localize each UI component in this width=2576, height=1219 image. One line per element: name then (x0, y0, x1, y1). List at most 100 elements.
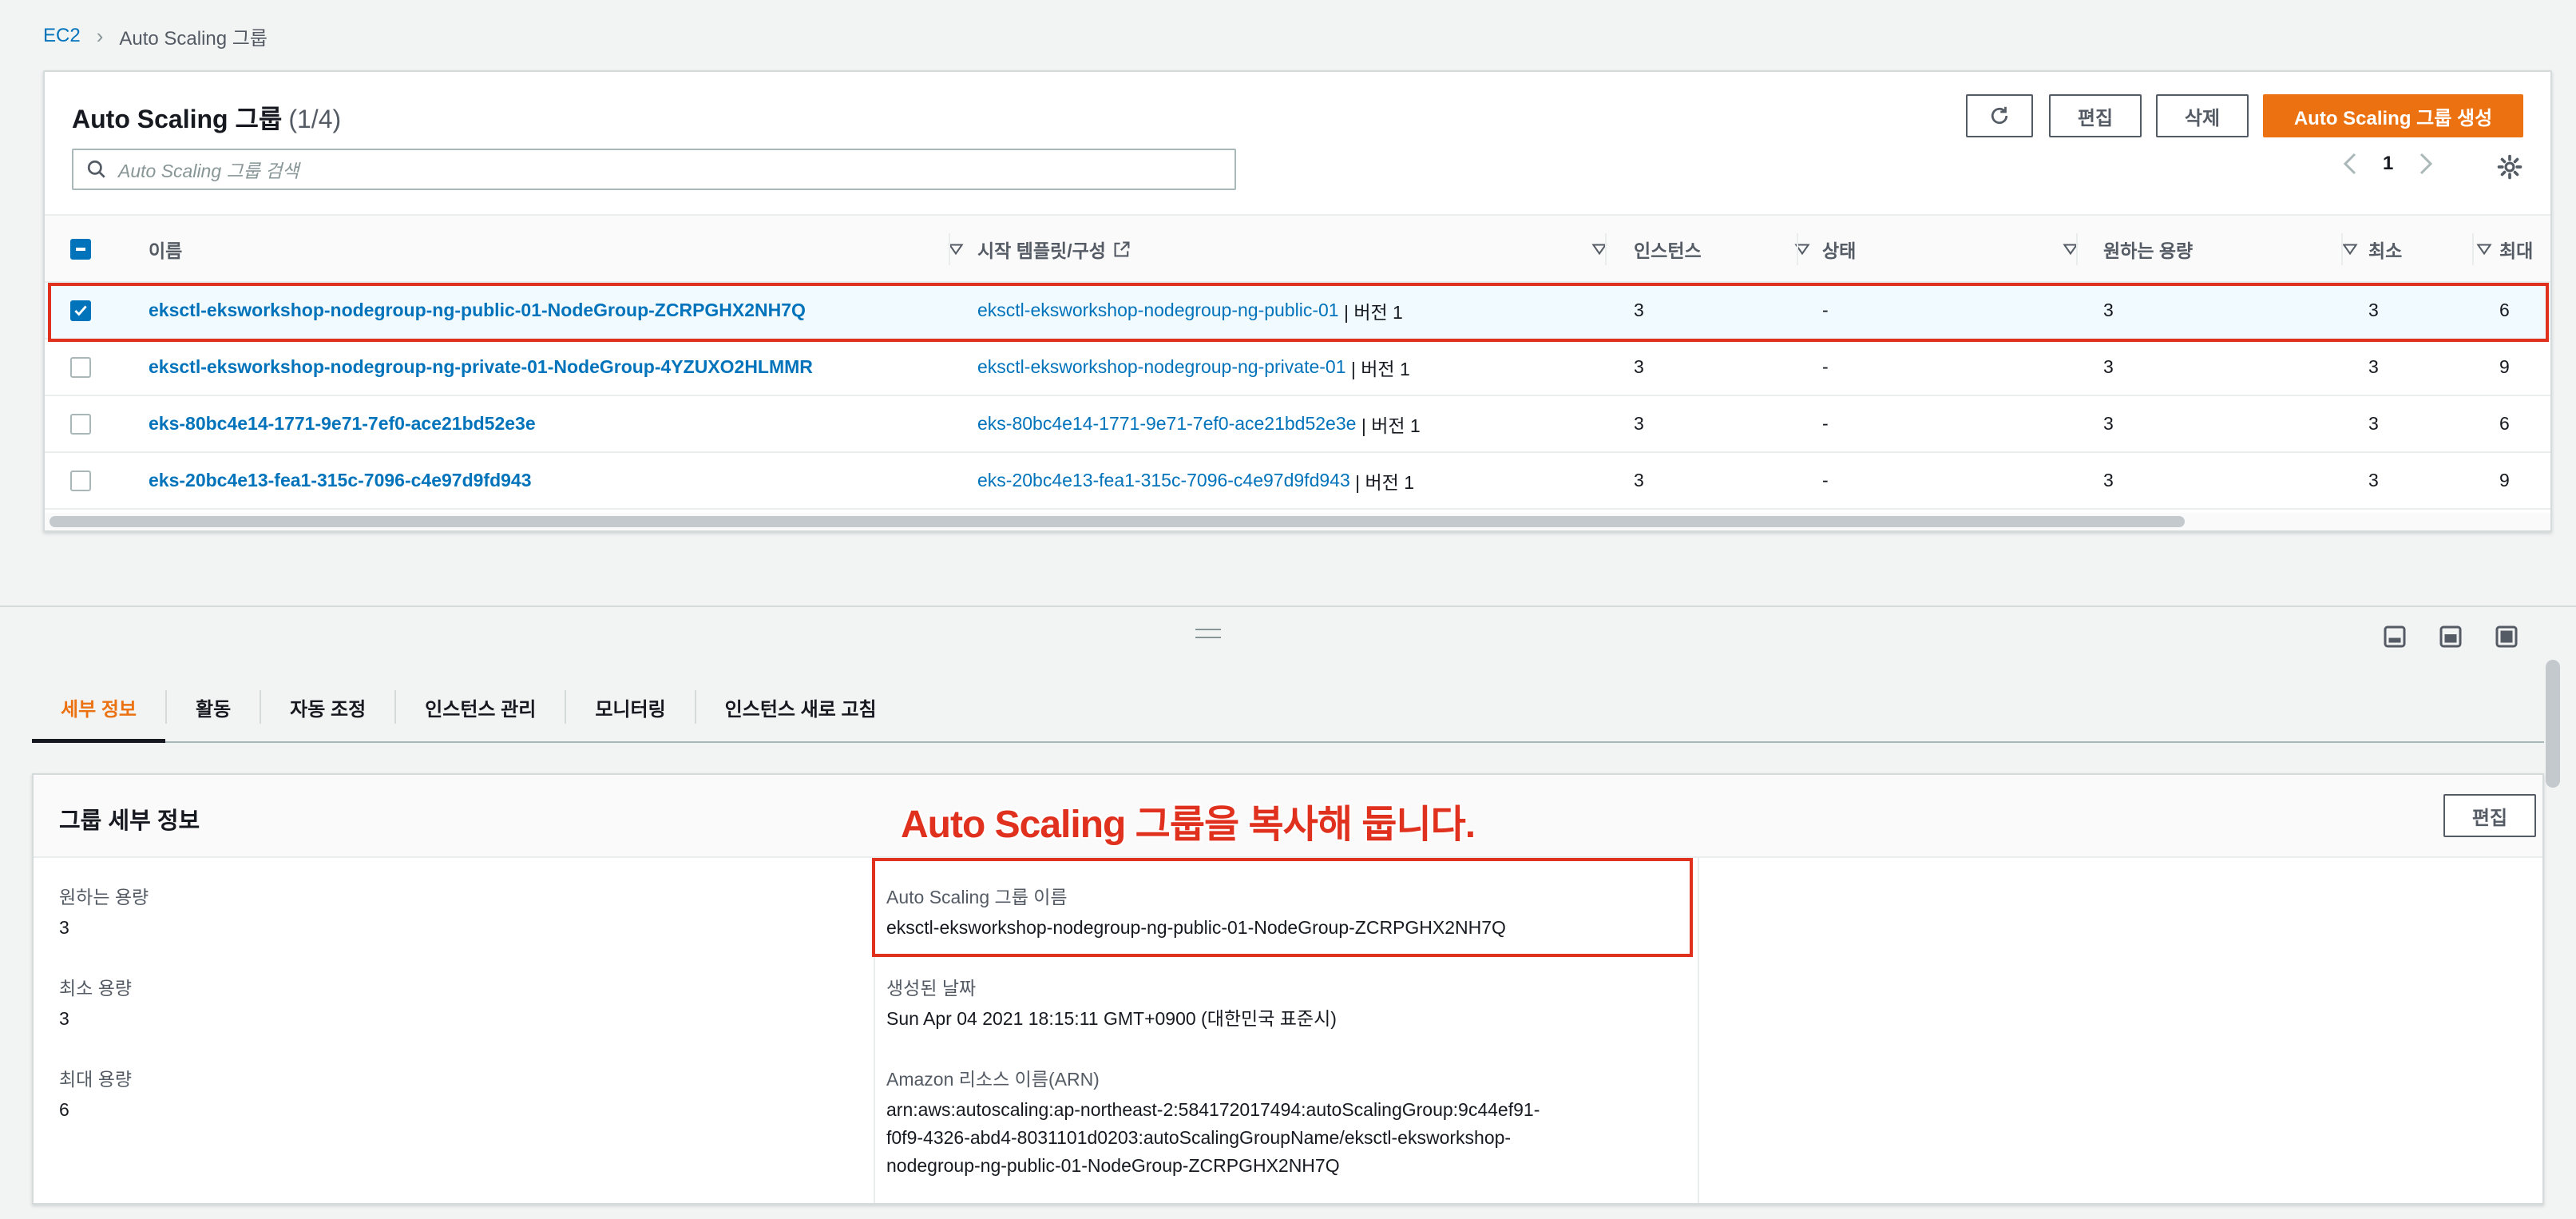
arn-value: arn:aws:autoscaling:ap-northeast-2:58417… (886, 1096, 1540, 1180)
column-header-status[interactable]: 상태 (1822, 216, 2086, 283)
launch-template-link[interactable]: eksctl-eksworkshop-nodegroup-ng-private-… (977, 356, 1346, 378)
created-date-value: Sun Apr 04 2021 18:15:11 GMT+0900 (대한민국 … (886, 1008, 1337, 1029)
status-cell: - (1822, 356, 1829, 377)
column-header-label: 시작 템플릿/구성 (977, 240, 1106, 261)
arn-line: arn:aws:autoscaling:ap-northeast-2:58417… (886, 1099, 1540, 1120)
group-name-link[interactable]: eks-20bc4e13-fea1-315c-7096-c4e97d9fd943 (149, 470, 532, 491)
chevron-left-icon[interactable] (2341, 152, 2359, 176)
instances-cell: 3 (1634, 413, 1644, 434)
drag-handle-icon[interactable] (1195, 629, 1221, 638)
sort-icon[interactable] (2475, 240, 2493, 258)
max-capacity-label: 최대 용량 (59, 1069, 133, 1090)
max-cell: 9 (2499, 470, 2510, 490)
tab-activity[interactable]: 활동 (167, 673, 260, 741)
external-link-icon (1114, 241, 1130, 257)
min-cell: 3 (2368, 413, 2379, 434)
group-details-panel: 그룹 세부 정보 편집 Auto Scaling 그룹을 복사해 둡니다. 원하… (32, 773, 2544, 1205)
launch-template-link[interactable]: eks-80bc4e14-1771-9e71-7ef0-ace21bd52e3e (977, 413, 1356, 435)
tab-instance-management[interactable]: 인스턴스 관리 (396, 673, 565, 741)
min-cell: 3 (2368, 356, 2379, 377)
launch-template-link[interactable]: eksctl-eksworkshop-nodegroup-ng-public-0… (977, 300, 1339, 321)
detail-tabs: 세부 정보 활동 자동 조정 인스턴스 관리 모니터링 인스턴스 새로 고침 (32, 673, 2544, 743)
vertical-scrollbar-thumb[interactable] (2546, 660, 2560, 788)
column-header-desired-capacity[interactable]: 원하는 용량 (2103, 216, 2370, 283)
select-all-checkbox[interactable] (70, 239, 91, 260)
column-header-label: 최대 (2499, 240, 2534, 261)
template-version: | 버전 1 (1361, 415, 1421, 436)
table-row[interactable]: eks-80bc4e14-1771-9e71-7ef0-ace21bd52e3e… (45, 396, 2550, 453)
column-header-instances[interactable]: 인스턴스 (1634, 216, 1817, 283)
tab-monitoring[interactable]: 모니터링 (566, 673, 694, 741)
auto-scaling-groups-panel: Auto Scaling 그룹 (1/4) 편집 삭제 Auto Scaling … (43, 70, 2552, 532)
asg-name-label: Auto Scaling 그룹 이름 (886, 887, 1068, 907)
launch-template-link[interactable]: eks-20bc4e13-fea1-315c-7096-c4e97d9fd943 (977, 470, 1350, 491)
status-cell: - (1822, 470, 1829, 490)
group-name-link[interactable]: eks-80bc4e14-1771-9e71-7ef0-ace21bd52e3e (149, 413, 536, 435)
panel-title: Auto Scaling 그룹 (1/4) (72, 99, 341, 136)
edit-button[interactable]: 편집 (2049, 94, 2142, 137)
panel-center-icon[interactable] (2439, 625, 2463, 649)
page-number[interactable]: 1 (2383, 153, 2393, 175)
panel-full-icon[interactable] (2495, 625, 2519, 649)
column-header-name[interactable]: 이름 (149, 216, 971, 283)
column-header-label: 상태 (1822, 240, 1857, 261)
details-edit-button[interactable]: 편집 (2443, 794, 2536, 837)
sort-icon[interactable] (2341, 240, 2359, 258)
chevron-right-icon: › (96, 23, 104, 48)
tab-instance-refresh[interactable]: 인스턴스 새로 고침 (696, 673, 906, 741)
desired-cell: 3 (2103, 300, 2114, 320)
instances-cell: 3 (1634, 356, 1644, 377)
desired-cell: 3 (2103, 356, 2114, 377)
row-checkbox[interactable] (70, 470, 91, 491)
refresh-button[interactable] (1966, 94, 2033, 137)
panel-title-text: Auto Scaling 그룹 (72, 105, 283, 133)
arn-line: nodegroup-ng-public-01-NodeGroup-ZCRPGHX… (886, 1155, 1340, 1176)
min-cell: 3 (2368, 300, 2379, 320)
arn-line: f0f9-4326-abd4-8031101d0203:autoScalingG… (886, 1127, 1512, 1148)
split-panel-divider (0, 606, 2576, 607)
column-header-max[interactable]: 최대 (2499, 216, 2550, 283)
panel-bottom-icon[interactable] (2383, 625, 2407, 649)
selection-count: (1/4) (288, 105, 342, 133)
column-header-label: 최소 (2368, 240, 2403, 261)
max-cell: 6 (2499, 300, 2510, 320)
table-row[interactable]: eks-20bc4e13-fea1-315c-7096-c4e97d9fd943… (45, 453, 2550, 510)
status-cell: - (1822, 413, 1829, 434)
max-capacity-value: 6 (59, 1099, 69, 1120)
search-icon (87, 160, 105, 178)
create-auto-scaling-group-button[interactable]: Auto Scaling 그룹 생성 (2263, 94, 2523, 137)
group-name-link[interactable]: eksctl-eksworkshop-nodegroup-ng-public-0… (149, 300, 806, 321)
breadcrumb: EC2 › Auto Scaling 그룹 (43, 22, 268, 50)
column-header-label: 이름 (149, 240, 183, 261)
template-version: | 버전 1 (1350, 358, 1410, 379)
max-cell: 6 (2499, 413, 2510, 434)
tab-details[interactable]: 세부 정보 (32, 673, 165, 743)
column-header-launch-template[interactable]: 시작 템플릿/구성 (977, 216, 1616, 283)
horizontal-scrollbar-thumb[interactable] (50, 516, 2185, 527)
desired-cell: 3 (2103, 413, 2114, 434)
delete-button[interactable]: 삭제 (2156, 94, 2249, 137)
desired-capacity-value: 3 (59, 917, 69, 938)
search-placeholder: Auto Scaling 그룹 검색 (118, 161, 299, 181)
column-header-label: 인스턴스 (1634, 240, 1702, 261)
created-date-label: 생성된 날짜 (886, 978, 977, 999)
table-row[interactable]: eksctl-eksworkshop-nodegroup-ng-public-0… (45, 283, 2550, 339)
row-checkbox[interactable] (70, 413, 91, 435)
gear-icon[interactable] (2496, 153, 2523, 181)
breadcrumb-ec2-link[interactable]: EC2 (43, 25, 81, 47)
row-checkbox[interactable] (70, 300, 91, 321)
template-version: | 버전 1 (1343, 301, 1403, 323)
row-checkbox[interactable] (70, 356, 91, 378)
column-header-min[interactable]: 최소 (2368, 216, 2492, 283)
search-input[interactable]: Auto Scaling 그룹 검색 (72, 149, 1236, 190)
details-title: 그룹 세부 정보 (59, 808, 200, 834)
template-version: | 버전 1 (1355, 471, 1415, 493)
table-row[interactable]: eksctl-eksworkshop-nodegroup-ng-private-… (45, 339, 2550, 396)
chevron-right-icon[interactable] (2417, 152, 2435, 176)
arn-label: Amazon 리소스 이름(ARN) (886, 1069, 1100, 1090)
tab-automatic-scaling[interactable]: 자동 조정 (261, 673, 394, 741)
max-cell: 9 (2499, 356, 2510, 377)
group-name-link[interactable]: eksctl-eksworkshop-nodegroup-ng-private-… (149, 356, 813, 378)
instances-cell: 3 (1634, 300, 1644, 320)
desired-cell: 3 (2103, 470, 2114, 490)
